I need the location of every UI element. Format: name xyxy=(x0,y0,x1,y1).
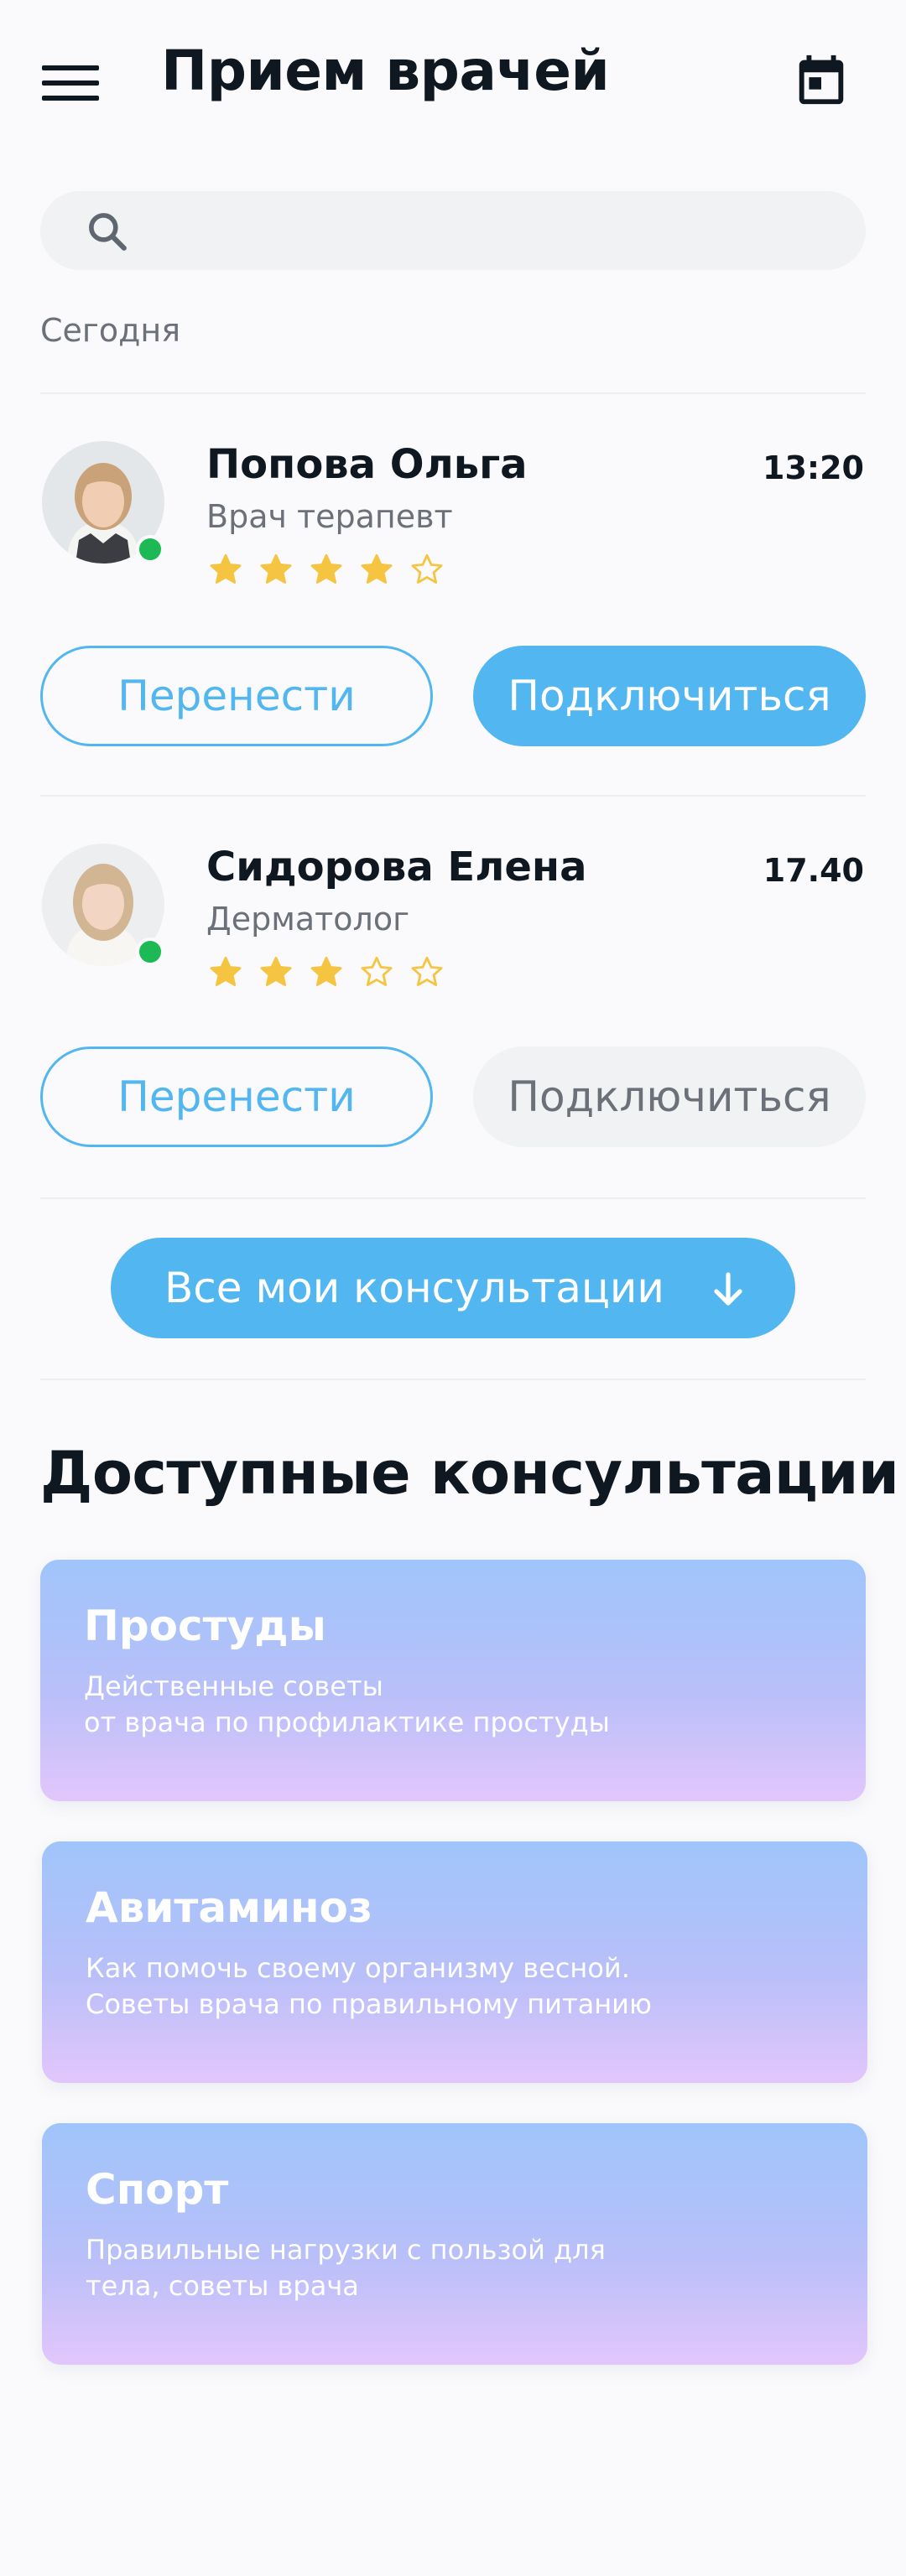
consultation-card[interactable]: Спорт Правильные нагрузки с пользой для … xyxy=(42,2123,867,2365)
reschedule-button[interactable]: Перенести xyxy=(40,1046,433,1147)
card-description-line: от врача по профилактике простуды xyxy=(84,1706,610,1738)
divider xyxy=(40,392,866,394)
section-label-today: Сегодня xyxy=(40,312,181,349)
doctor-name: Попова Ольга xyxy=(206,441,528,488)
star-outline-icon xyxy=(411,956,443,986)
menu-icon[interactable] xyxy=(42,62,99,104)
star-filled-icon xyxy=(310,956,342,986)
rating-stars xyxy=(208,552,445,587)
all-consultations-label: Все мои консультации xyxy=(164,1264,664,1312)
consultation-card[interactable]: Авитаминоз Как помочь своему организму в… xyxy=(42,1841,867,2083)
star-filled-icon xyxy=(260,956,292,986)
card-description: Правильные нагрузки с пользой для тела, … xyxy=(86,2232,606,2304)
available-consultations-title: Доступные консультации xyxy=(40,1439,899,1508)
connect-button[interactable]: Подключиться xyxy=(473,646,866,746)
star-filled-icon xyxy=(210,956,242,986)
card-description: Действенные советы от врача по профилакт… xyxy=(84,1669,610,1741)
reschedule-button[interactable]: Перенести xyxy=(40,646,433,746)
connect-button-disabled[interactable]: Подключиться xyxy=(473,1046,866,1147)
online-status-dot xyxy=(136,535,164,564)
search-bar[interactable] xyxy=(40,191,866,272)
doctor-specialty: Дерматолог xyxy=(206,901,410,937)
rating-stars xyxy=(208,954,445,989)
appointment-time: 13:20 xyxy=(763,449,864,486)
online-status-dot xyxy=(136,937,164,966)
card-title: Спорт xyxy=(86,2165,229,2214)
divider xyxy=(40,795,866,797)
card-description-line: Действенные советы xyxy=(84,1670,383,1702)
search-icon xyxy=(89,213,127,251)
star-filled-icon xyxy=(260,553,292,584)
card-description-line: Как помочь своему организму весной. xyxy=(86,1952,630,1984)
card-description-line: Советы врача по правильному питанию xyxy=(86,1988,652,2020)
appointment-time: 17.40 xyxy=(763,852,864,889)
all-consultations-button[interactable]: Все мои консультации xyxy=(111,1238,795,1338)
calendar-icon[interactable] xyxy=(792,50,851,109)
doctor-specialty: Врач терапевт xyxy=(206,498,453,535)
divider xyxy=(40,1197,866,1199)
card-title: Авитаминоз xyxy=(86,1883,372,1932)
card-description: Как помочь своему организму весной. Сове… xyxy=(86,1950,652,2023)
page-title: Прием врачей xyxy=(161,39,610,103)
doctor-name: Сидорова Елена xyxy=(206,844,587,891)
star-outline-icon xyxy=(361,956,393,986)
consultation-card[interactable]: Простуды Действенные советы от врача по … xyxy=(40,1560,866,1801)
card-title: Простуды xyxy=(84,1602,326,1650)
star-outline-icon xyxy=(411,553,443,584)
star-filled-icon xyxy=(361,553,393,584)
star-filled-icon xyxy=(210,553,242,584)
star-filled-icon xyxy=(310,553,342,584)
search-input[interactable] xyxy=(149,191,841,272)
card-description-line: тела, советы врача xyxy=(86,2270,359,2302)
arrow-down-icon xyxy=(714,1272,742,1306)
divider xyxy=(40,1379,866,1380)
card-description-line: Правильные нагрузки с пользой для xyxy=(86,2234,606,2266)
